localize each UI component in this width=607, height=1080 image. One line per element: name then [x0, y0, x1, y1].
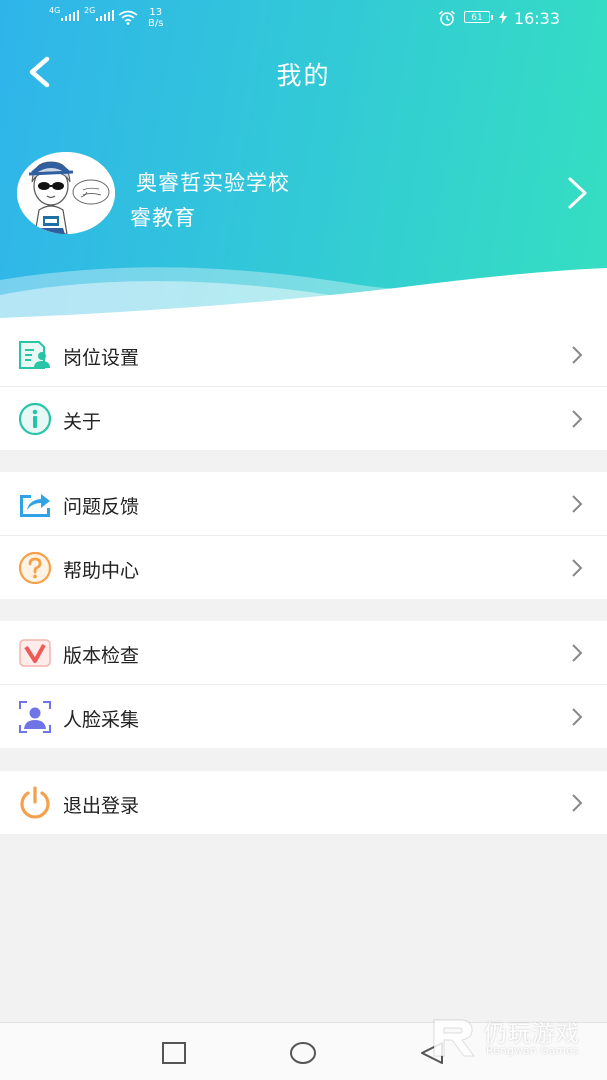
- menu-item-label: 版本检查: [63, 645, 140, 667]
- status-bar: 4G 2G 13 B/s 61 16:33: [0, 0, 607, 36]
- network-speed-unit: B/s: [148, 18, 164, 29]
- menu-item-label: 关于: [63, 411, 102, 433]
- menu-item-about[interactable]: 关于: [0, 386, 607, 450]
- menu-item-feedback[interactable]: 问题反馈: [0, 472, 607, 535]
- avatar: [17, 152, 115, 234]
- version-check-icon: [19, 639, 51, 667]
- school-name: 奥睿哲实验学校: [136, 171, 290, 195]
- sim1-signal-icon: 4G: [49, 6, 80, 21]
- alarm-icon: [438, 10, 456, 26]
- wifi-icon: [118, 10, 138, 25]
- network-speed-value: 13: [149, 7, 163, 18]
- chevron-right-icon: [572, 708, 583, 726]
- watermark-subtitle: Rengwan Games: [486, 1044, 579, 1057]
- menu-item-job-settings[interactable]: 岗位设置: [0, 323, 607, 386]
- battery-icon: 61: [464, 11, 493, 23]
- chevron-right-icon: [572, 644, 583, 662]
- page-title: 我的: [276, 61, 331, 90]
- help-icon: [18, 551, 52, 585]
- clock-time: 16:33: [513, 9, 560, 28]
- menu-item-logout[interactable]: 退出登录: [0, 771, 607, 834]
- feedback-share-icon: [20, 494, 50, 517]
- menu-group-logout: 退出登录: [0, 771, 607, 834]
- chevron-right-icon: [572, 410, 583, 428]
- organization-name: 睿教育: [130, 206, 196, 230]
- network-speed: 13 B/s: [148, 7, 163, 29]
- menu-item-label: 帮助中心: [63, 560, 140, 582]
- recents-square-icon[interactable]: [160, 1040, 188, 1066]
- home-circle-icon[interactable]: [289, 1040, 317, 1066]
- menu-item-label: 退出登录: [63, 795, 140, 817]
- menu-item-label: 问题反馈: [63, 496, 140, 518]
- chevron-right-icon: [572, 559, 583, 577]
- avatar-illustration: [17, 152, 115, 234]
- profile-card[interactable]: 奥睿哲实验学校 睿教育: [0, 148, 607, 238]
- sim1-network-type: 4G: [49, 6, 61, 15]
- wave-decoration: [0, 267, 607, 330]
- sim2-signal-icon: 2G: [84, 6, 115, 21]
- menu-group-app: 版本检查 人脸采集: [0, 621, 607, 748]
- sim2-network-type: 2G: [84, 6, 96, 15]
- menu-group-account: 岗位设置 关于: [0, 323, 607, 450]
- menu-item-help-center[interactable]: 帮助中心: [0, 535, 607, 599]
- info-icon: [18, 402, 52, 436]
- watermark-logo: [433, 1019, 475, 1057]
- menu-group-support: 问题反馈 帮助中心: [0, 472, 607, 599]
- menu-item-face-capture[interactable]: 人脸采集: [0, 684, 607, 748]
- chevron-right-icon: [572, 346, 583, 364]
- face-capture-icon: [19, 701, 51, 733]
- watermark-title: 仍玩游戏: [484, 1021, 580, 1047]
- menu-item-label: 人脸采集: [63, 709, 140, 731]
- chevron-right-icon: [568, 177, 587, 209]
- power-icon: [20, 786, 50, 819]
- menu-item-version-check[interactable]: 版本检查: [0, 621, 607, 684]
- menu-item-label: 岗位设置: [63, 347, 140, 369]
- chevron-right-icon: [572, 794, 583, 812]
- watermark: 仍玩游戏 Rengwan Games: [430, 1012, 600, 1068]
- charging-icon: [499, 11, 507, 24]
- chevron-right-icon: [572, 495, 583, 513]
- job-settings-icon: [19, 341, 50, 369]
- screen: 4G 2G 13 B/s 61 16:33 我的 奥睿哲实验学校 睿教育 岗位设…: [0, 0, 607, 1080]
